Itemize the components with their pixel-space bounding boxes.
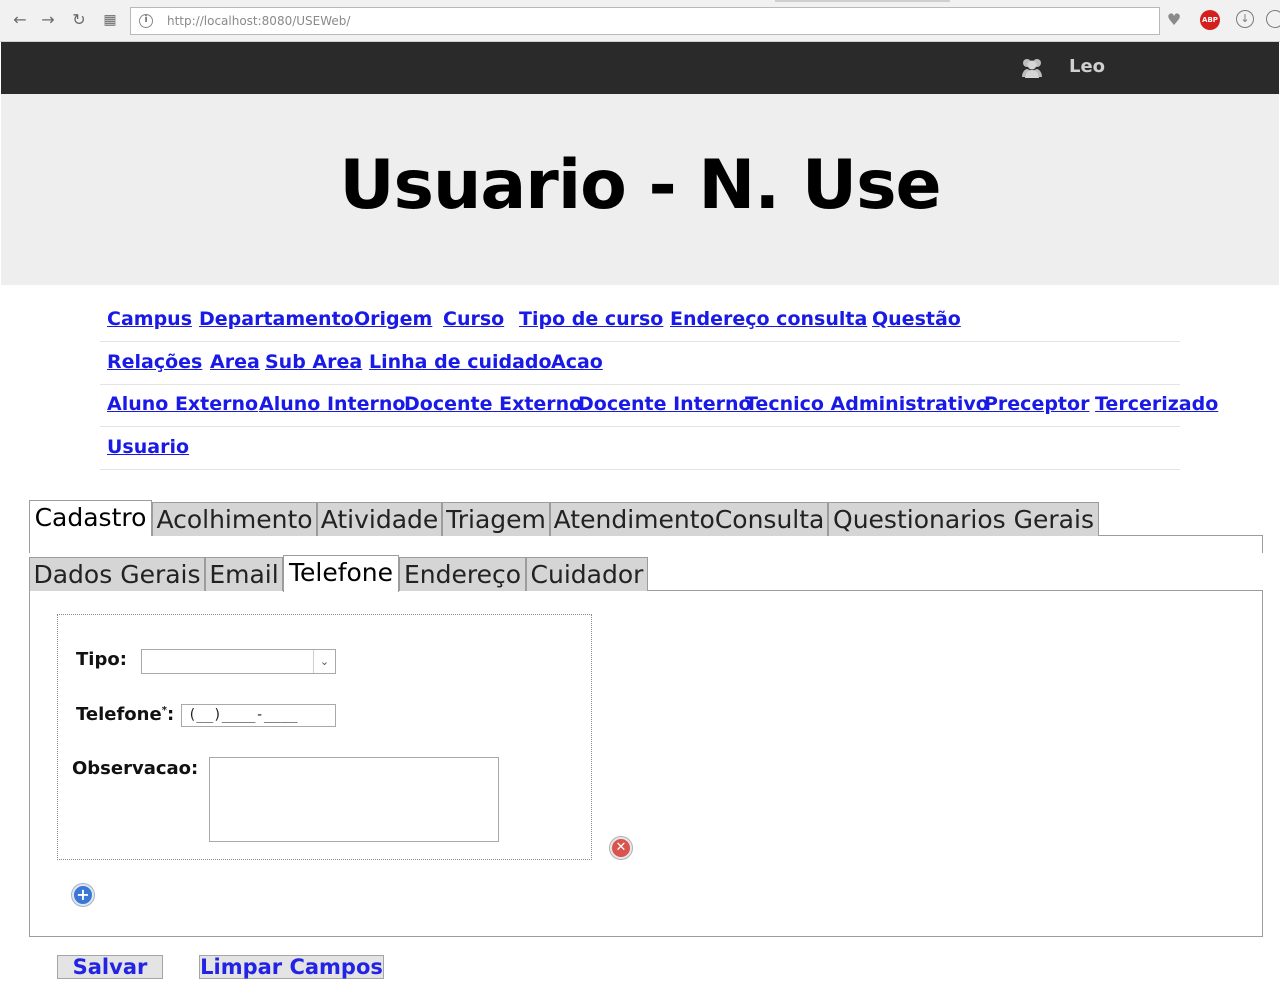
nav-link-relacoes[interactable]: Relações [107, 351, 202, 373]
nav-link-aluno-externo[interactable]: Aluno Externo [107, 393, 258, 415]
reload-icon[interactable]: ↻ [68, 9, 90, 31]
nav-link-preceptor[interactable]: Preceptor [984, 393, 1089, 415]
save-button[interactable]: Salvar [57, 955, 163, 979]
clear-fields-button[interactable]: Limpar Campos [199, 955, 384, 979]
telefone-input[interactable]: (__)____-____ [181, 704, 336, 727]
telefone-label-text: Telefone [76, 704, 162, 725]
nav-link-docente-externo[interactable]: Docente Externo [404, 393, 582, 415]
top-navbar: Leo [1, 42, 1279, 94]
nav-link-sub-area[interactable]: Sub Area [265, 351, 362, 373]
subtab-email[interactable]: Email [205, 557, 283, 591]
nav-link-tercerizado[interactable]: Tercerizado [1095, 393, 1218, 415]
nav-link-usuario[interactable]: Usuario [107, 436, 189, 458]
apps-grid-icon[interactable]: ▦ [99, 9, 121, 31]
add-circle-icon[interactable]: + [72, 884, 94, 906]
nav-row-3: Aluno Externo Aluno Interno Docente Exte… [100, 385, 1218, 427]
nav-link-area[interactable]: Area [210, 351, 260, 373]
telefone-label: Telefone*: [76, 704, 174, 725]
main-tab-panel [29, 535, 1263, 553]
tab-cadastro[interactable]: Cadastro [29, 500, 152, 536]
nav-link-campus[interactable]: Campus [107, 308, 192, 330]
observacao-textarea[interactable] [209, 757, 499, 842]
chevron-down-icon[interactable]: ⌄ [313, 650, 335, 673]
telefone-label-colon: : [166, 704, 175, 725]
page-title: Usuario - N. Use [339, 146, 941, 225]
browser-toolbar: ← → ↻ ▦ i http://localhost:8080/USEWeb/ … [0, 0, 1280, 42]
nav-link-tecnico-administrativo[interactable]: Tecnico Administrativo [745, 393, 989, 415]
subtab-cuidador[interactable]: Cuidador [526, 557, 648, 591]
user-name[interactable]: Leo [1069, 56, 1105, 77]
nav-link-curso[interactable]: Curso [443, 308, 504, 330]
subtab-dados-gerais[interactable]: Dados Gerais [29, 557, 205, 591]
nav-row-2: Relações Area Sub Area Linha de cuidado … [100, 343, 1180, 385]
site-info-icon[interactable]: i [139, 14, 153, 28]
back-icon[interactable]: ← [9, 9, 31, 31]
address-bar[interactable]: i http://localhost:8080/USEWeb/ [130, 7, 1160, 35]
nav-link-tipo-de-curso[interactable]: Tipo de curso [519, 308, 663, 330]
tipo-select[interactable]: ⌄ [141, 649, 336, 674]
tipo-label: Tipo: [76, 649, 127, 670]
tab-atividade[interactable]: Atividade [317, 502, 442, 536]
nav-link-acao[interactable]: Acao [551, 351, 603, 373]
subtab-telefone[interactable]: Telefone [283, 555, 399, 592]
browser-tab-edge [775, 0, 950, 2]
adblock-icon[interactable]: ABP [1200, 10, 1220, 30]
tab-triagem[interactable]: Triagem [442, 502, 550, 536]
nav-row-1: Campus Departamento Origem Curso Tipo de… [100, 300, 1180, 342]
nav-row-4: Usuario [100, 428, 1180, 470]
account-icon[interactable] [1266, 10, 1280, 28]
nav-link-departamento[interactable]: Departamento [199, 308, 354, 330]
nav-link-questao[interactable]: Questão [872, 308, 961, 330]
observacao-label: Observacao: [72, 758, 199, 779]
remove-circle-icon[interactable]: ✕ [610, 837, 632, 859]
nav-link-linha-de-cuidado[interactable]: Linha de cuidado [369, 351, 552, 373]
users-icon[interactable] [1019, 56, 1045, 80]
forward-icon[interactable]: → [37, 9, 59, 31]
nav-link-origem[interactable]: Origem [354, 308, 432, 330]
nav-link-aluno-interno[interactable]: Aluno Interno [259, 393, 405, 415]
address-url: http://localhost:8080/USEWeb/ [167, 14, 351, 28]
nav-link-docente-interno[interactable]: Docente Interno [578, 393, 752, 415]
subtab-endereco[interactable]: Endereço [399, 557, 526, 591]
page-header: Usuario - N. Use [1, 94, 1279, 285]
download-icon[interactable]: ↓ [1236, 10, 1254, 28]
tab-atendimento-consulta[interactable]: AtendimentoConsulta [550, 502, 828, 536]
tab-acolhimento[interactable]: Acolhimento [152, 502, 317, 536]
tab-questionarios-gerais[interactable]: Questionarios Gerais [828, 502, 1099, 536]
nav-link-endereco-consulta[interactable]: Endereço consulta [670, 308, 867, 330]
favorite-icon[interactable]: ♥ [1162, 8, 1186, 32]
